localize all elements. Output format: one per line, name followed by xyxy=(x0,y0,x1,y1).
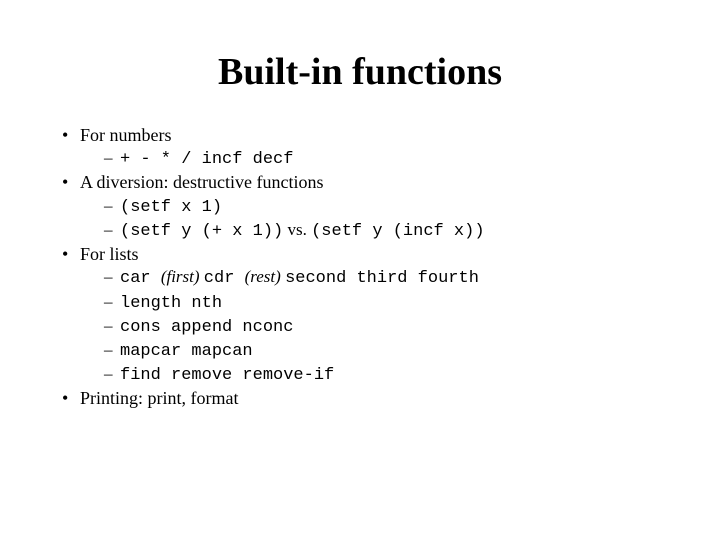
code-text: second third fourth xyxy=(285,269,479,288)
bullet-list: For numbers + - * / incf decf A diversio… xyxy=(60,124,660,410)
bullet-label: For lists xyxy=(80,244,139,264)
italic-text: (first) xyxy=(161,267,204,286)
vs-text: vs. xyxy=(283,220,311,239)
sublist-lists: car (first) cdr (rest) second third four… xyxy=(80,266,660,386)
code-text: mapcar mapcan xyxy=(120,342,253,361)
sub-item: cons append nconc xyxy=(104,315,660,339)
sub-item: length nth xyxy=(104,291,660,315)
bullet-diversion: A diversion: destructive functions (setf… xyxy=(60,171,660,243)
bullet-numbers: For numbers + - * / incf decf xyxy=(60,124,660,171)
code-text: (setf x 1) xyxy=(120,198,222,217)
bullet-printing: Printing: print, format xyxy=(60,387,660,410)
sub-item: car (first) cdr (rest) second third four… xyxy=(104,266,660,290)
bullet-lists: For lists car (first) cdr (rest) second … xyxy=(60,243,660,387)
code-text: (setf y (+ x 1)) xyxy=(120,222,283,241)
code-text: cons append nconc xyxy=(120,318,293,337)
code-text: + - * / incf decf xyxy=(120,150,293,169)
bullet-label: A diversion: destructive functions xyxy=(80,172,323,192)
code-text: find remove remove-if xyxy=(120,366,334,385)
code-text: cdr xyxy=(204,269,245,288)
code-text: length nth xyxy=(120,294,222,313)
sub-item: + - * / incf decf xyxy=(104,147,660,171)
code-text: car xyxy=(120,269,161,288)
sub-item: (setf x 1) xyxy=(104,195,660,219)
sublist-diversion: (setf x 1) (setf y (+ x 1)) vs. (setf y … xyxy=(80,195,660,243)
sublist-numbers: + - * / incf decf xyxy=(80,147,660,171)
sub-item: (setf y (+ x 1)) vs. (setf y (incf x)) xyxy=(104,219,660,243)
slide-title: Built-in functions xyxy=(60,50,660,94)
code-text: (setf y (incf x)) xyxy=(311,222,484,241)
bullet-label: For numbers xyxy=(80,125,172,145)
sub-item: mapcar mapcan xyxy=(104,339,660,363)
slide: Built-in functions For numbers + - * / i… xyxy=(0,0,720,540)
bullet-label: Printing: print, format xyxy=(80,388,238,408)
sub-item: find remove remove-if xyxy=(104,363,660,387)
italic-text: (rest) xyxy=(245,267,285,286)
